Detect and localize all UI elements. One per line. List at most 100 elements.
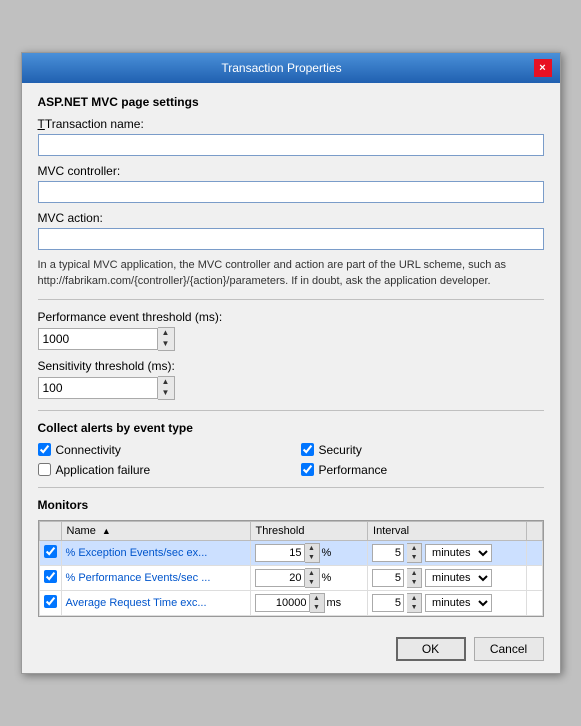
row3-interval-up[interactable]: ▲ (407, 594, 421, 603)
row3-spacer (526, 590, 542, 615)
th-name[interactable]: Name ▲ (61, 521, 250, 540)
aspnet-section: ASP.NET MVC page settings TTransaction n… (38, 95, 544, 289)
row1-threshold-unit: % (322, 547, 332, 559)
row1-checkbox[interactable] (44, 545, 57, 558)
row1-name: % Exception Events/sec ex... (61, 540, 250, 565)
checkbox-security[interactable]: Security (301, 443, 544, 457)
row2-threshold-up[interactable]: ▲ (305, 569, 319, 578)
row2-interval-cell: ▲ ▼ minutes hours seconds (368, 565, 526, 590)
mvc-action-label: MVC action: (38, 211, 544, 225)
divider-2 (38, 410, 544, 411)
th-interval: Interval (368, 521, 526, 540)
row3-checkbox[interactable] (44, 595, 57, 608)
th-threshold: Threshold (250, 521, 368, 540)
transaction-name-input[interactable] (38, 134, 544, 156)
row2-checkbox[interactable] (44, 570, 57, 583)
row2-threshold-spinner: ▲ ▼ % (255, 568, 364, 588)
th-scrollbar (526, 521, 542, 540)
monitors-table: Name ▲ Threshold Interval (39, 521, 543, 616)
checkbox-connectivity[interactable]: Connectivity (38, 443, 281, 457)
table-row: % Performance Events/sec ... ▲ ▼ % (39, 565, 542, 590)
row2-interval-up[interactable]: ▲ (407, 569, 421, 578)
security-checkbox[interactable] (301, 443, 314, 456)
alerts-section: Collect alerts by event type Connectivit… (38, 421, 544, 477)
aspnet-section-title: ASP.NET MVC page settings (38, 95, 544, 109)
row1-interval-spinbtns: ▲ ▼ (407, 543, 422, 563)
thresholds-section: Performance event threshold (ms): ▲ ▼ Se… (38, 310, 544, 400)
ok-button[interactable]: OK (396, 637, 466, 661)
alerts-title: Collect alerts by event type (38, 421, 544, 435)
row1-threshold-input[interactable] (255, 544, 305, 562)
row3-interval-spinbtns: ▲ ▼ (407, 593, 422, 613)
connectivity-checkbox[interactable] (38, 443, 51, 456)
sensitivity-input[interactable] (38, 377, 158, 399)
row1-interval-down[interactable]: ▼ (407, 553, 421, 562)
row3-threshold-spinbtns: ▲ ▼ (310, 593, 325, 613)
dialog-footer: OK Cancel (22, 629, 560, 673)
app-failure-checkbox[interactable] (38, 463, 51, 476)
row3-interval-input[interactable] (372, 594, 404, 612)
row3-checkbox-cell (39, 590, 61, 615)
row1-threshold-spinner: ▲ ▼ % (255, 543, 364, 563)
name-sort-icon: ▲ (102, 526, 111, 536)
row3-interval-select[interactable]: minutes hours seconds (425, 594, 492, 612)
row3-threshold-input[interactable] (255, 594, 310, 612)
row2-interval-down[interactable]: ▼ (407, 578, 421, 587)
row3-interval-down[interactable]: ▼ (407, 603, 421, 612)
row1-threshold-cell: ▲ ▼ % (250, 540, 368, 565)
row1-interval-input[interactable] (372, 544, 404, 562)
performance-checkbox[interactable] (301, 463, 314, 476)
row1-threshold-up[interactable]: ▲ (305, 544, 319, 553)
row2-interval-select[interactable]: minutes hours seconds (425, 569, 492, 587)
dialog-title: Transaction Properties (30, 61, 534, 75)
perf-threshold-input[interactable] (38, 328, 158, 350)
sensitivity-down[interactable]: ▼ (158, 388, 174, 399)
sensitivity-spinners: ▲ ▼ (158, 376, 175, 400)
perf-threshold-label: Performance event threshold (ms): (38, 310, 544, 324)
divider-1 (38, 299, 544, 300)
row2-checkbox-cell (39, 565, 61, 590)
checkbox-app-failure[interactable]: Application failure (38, 463, 281, 477)
row2-name: % Performance Events/sec ... (61, 565, 250, 590)
cancel-button[interactable]: Cancel (474, 637, 544, 661)
perf-threshold-down[interactable]: ▼ (158, 339, 174, 350)
connectivity-label: Connectivity (56, 443, 121, 457)
perf-threshold-spinners: ▲ ▼ (158, 327, 175, 351)
th-checkbox (39, 521, 61, 540)
sensitivity-up[interactable]: ▲ (158, 377, 174, 388)
row2-spacer (526, 565, 542, 590)
app-failure-label: Application failure (56, 463, 151, 477)
row1-checkbox-cell (39, 540, 61, 565)
row2-threshold-down[interactable]: ▼ (305, 578, 319, 587)
transaction-name-label: TTransaction name: (38, 117, 544, 131)
row3-name: Average Request Time exc... (61, 590, 250, 615)
checkbox-performance[interactable]: Performance (301, 463, 544, 477)
row3-threshold-up[interactable]: ▲ (310, 594, 324, 603)
monitors-section: Monitors Name ▲ Threshold Interval (38, 498, 544, 617)
table-header-row: Name ▲ Threshold Interval (39, 521, 542, 540)
row3-threshold-unit: ms (327, 597, 342, 609)
row3-threshold-down[interactable]: ▼ (310, 603, 324, 612)
row1-interval-up[interactable]: ▲ (407, 544, 421, 553)
close-button[interactable]: × (534, 59, 552, 77)
performance-label: Performance (319, 463, 388, 477)
table-row: Average Request Time exc... ▲ ▼ ms (39, 590, 542, 615)
info-text: In a typical MVC application, the MVC co… (38, 258, 544, 289)
row1-spacer (526, 540, 542, 565)
sensitivity-label: Sensitivity threshold (ms): (38, 359, 544, 373)
row3-threshold-spinner: ▲ ▼ ms (255, 593, 364, 613)
row2-threshold-spinbtns: ▲ ▼ (305, 568, 320, 588)
perf-threshold-up[interactable]: ▲ (158, 328, 174, 339)
title-bar: Transaction Properties × (22, 53, 560, 83)
sensitivity-field: ▲ ▼ (38, 376, 544, 400)
row1-threshold-down[interactable]: ▼ (305, 553, 319, 562)
row2-threshold-input[interactable] (255, 569, 305, 587)
divider-3 (38, 487, 544, 488)
mvc-controller-input[interactable] (38, 181, 544, 203)
monitors-table-container: Name ▲ Threshold Interval (38, 520, 544, 617)
row2-interval-input[interactable] (372, 569, 404, 587)
alerts-checkbox-grid: Connectivity Security Application failur… (38, 443, 544, 477)
mvc-action-input[interactable] (38, 228, 544, 250)
row1-interval-select[interactable]: minutes hours seconds (425, 544, 492, 562)
perf-threshold-field: ▲ ▼ (38, 327, 544, 351)
